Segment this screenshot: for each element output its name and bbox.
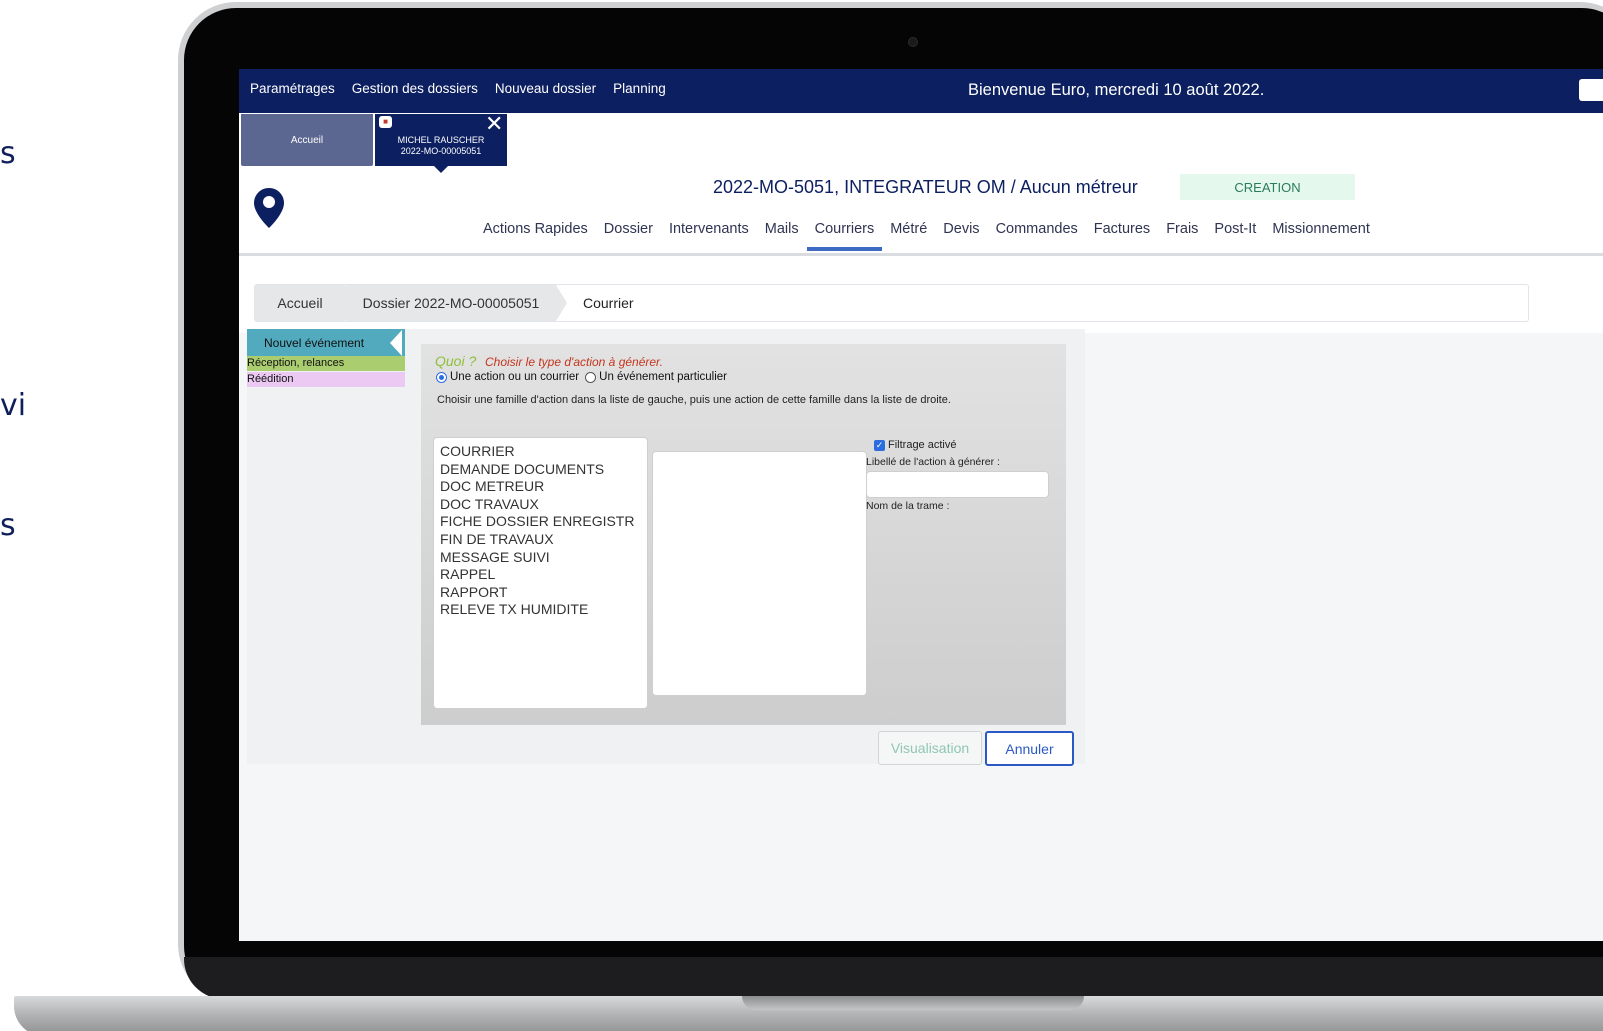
radio-action-courrier[interactable] — [436, 371, 447, 383]
marketing-fragment: vi — [0, 388, 27, 423]
libelle-input[interactable] — [866, 471, 1049, 498]
filtrage-toggle[interactable]: ✓ Filtrage activé — [874, 439, 956, 451]
list-item[interactable]: RAPPORT — [440, 584, 647, 602]
tab-intervenants[interactable]: Intervenants — [661, 221, 757, 251]
top-navbar: Paramétrages Gestion des dossiers Nouvea… — [239, 69, 1603, 113]
tab-factures[interactable]: Factures — [1086, 221, 1158, 251]
form-hint: Choisir une famille d'action dans la lis… — [437, 394, 951, 406]
laptop-chin — [184, 957, 1603, 999]
libelle-label: Libellé de l'action à générer : — [866, 456, 1000, 468]
menu-nouveau-dossier[interactable]: Nouveau dossier — [495, 81, 596, 96]
radio-action-courrier-label: Une action ou un courrier — [450, 371, 580, 383]
marketing-fragment: s — [0, 508, 16, 543]
list-item[interactable]: MESSAGE SUIVI — [440, 549, 647, 567]
tab-frais[interactable]: Frais — [1158, 221, 1206, 251]
checkbox-checked-icon[interactable]: ✓ — [874, 439, 885, 451]
user-menu-button[interactable] — [1579, 79, 1603, 101]
tab-courriers[interactable]: Courriers — [806, 221, 883, 251]
tab-dossier-number: 2022-MO-00005051 — [400, 146, 482, 156]
radio-evenement[interactable] — [585, 371, 597, 383]
marketing-fragment: s — [0, 136, 16, 171]
tab-dossier-info[interactable]: Dossier — [596, 221, 661, 251]
main-menu: Paramétrages Gestion des dossiers Nouvea… — [250, 81, 666, 96]
list-item[interactable]: RELEVE TX HUMIDITE — [440, 601, 647, 619]
webcam-icon — [908, 37, 918, 47]
welcome-text: Bienvenue Euro, mercredi 10 août 2022. — [968, 81, 1265, 99]
tab-post-it[interactable]: Post-It — [1206, 221, 1264, 251]
breadcrumb-current: Courrier — [583, 295, 634, 311]
breadcrumb-accueil[interactable]: Accueil — [255, 285, 345, 321]
list-item[interactable]: DEMANDE DOCUMENTS — [440, 461, 647, 479]
dossier-tabs: Actions Rapides Dossier Intervenants Mai… — [475, 221, 1378, 251]
tab-mails[interactable]: Mails — [757, 221, 807, 251]
action-type-radios: Une action ou un courrier Un événement p… — [436, 371, 727, 383]
sidebar-reception-relances[interactable]: Réception, relances — [247, 356, 405, 371]
annuler-button[interactable]: Annuler — [985, 731, 1074, 766]
menu-gestion-dossiers[interactable]: Gestion des dossiers — [352, 81, 478, 96]
status-badge: CREATION — [1180, 174, 1355, 200]
sidebar-active-indicator — [390, 330, 402, 356]
menu-planning[interactable]: Planning — [613, 81, 666, 96]
radio-evenement-label: Un événement particulier — [599, 371, 727, 383]
document-icon: ■ — [379, 116, 392, 128]
filtrage-label: Filtrage activé — [888, 439, 957, 451]
breadcrumb-dossier[interactable]: Dossier 2022-MO-00005051 — [346, 285, 556, 321]
dossier-title: 2022-MO-5051, INTEGRATEUR OM / Aucun mét… — [713, 177, 1138, 197]
list-item[interactable]: RAPPEL — [440, 566, 647, 584]
trame-label: Nom de la trame : — [866, 500, 950, 512]
tab-missionnement[interactable]: Missionnement — [1264, 221, 1378, 251]
visualisation-button[interactable]: Visualisation — [878, 731, 982, 765]
close-icon[interactable]: ✕ — [485, 111, 503, 137]
tab-metre[interactable]: Métré — [882, 221, 935, 251]
form-question: Quoi ? — [435, 353, 477, 369]
tabs-divider — [239, 253, 1603, 256]
family-list[interactable]: COURRIER DEMANDE DOCUMENTS DOC METREUR D… — [433, 437, 648, 709]
list-item[interactable]: FIN DE TRAVAUX — [440, 531, 647, 549]
list-item[interactable]: DOC TRAVAUX — [440, 496, 647, 514]
action-list[interactable] — [652, 451, 867, 696]
list-item[interactable]: FICHE DOSSIER ENREGISTR — [440, 513, 647, 531]
page: s vi s Paramétrages Gestion des dossiers… — [0, 0, 1603, 1031]
breadcrumb-chevron — [556, 285, 567, 321]
laptop-notch — [742, 996, 1084, 1010]
menu-parametrages[interactable]: Paramétrages — [250, 81, 335, 96]
tab-actions-rapides[interactable]: Actions Rapides — [475, 221, 596, 251]
form-instruction: Choisir le type d'action à générer. — [485, 355, 663, 369]
sidebar-reedition[interactable]: Réédition — [247, 372, 405, 387]
tab-commandes[interactable]: Commandes — [988, 221, 1086, 251]
list-item[interactable]: COURRIER — [440, 443, 647, 461]
app-screen: Paramétrages Gestion des dossiers Nouvea… — [239, 69, 1603, 941]
list-item[interactable]: DOC METREUR — [440, 478, 647, 496]
tab-accueil[interactable]: Accueil — [241, 114, 373, 166]
sidebar-nouvel-evenement[interactable]: Nouvel événement — [247, 329, 405, 356]
tab-devis[interactable]: Devis — [935, 221, 987, 251]
tab-pointer — [433, 165, 449, 173]
map-pin-icon — [254, 188, 284, 228]
